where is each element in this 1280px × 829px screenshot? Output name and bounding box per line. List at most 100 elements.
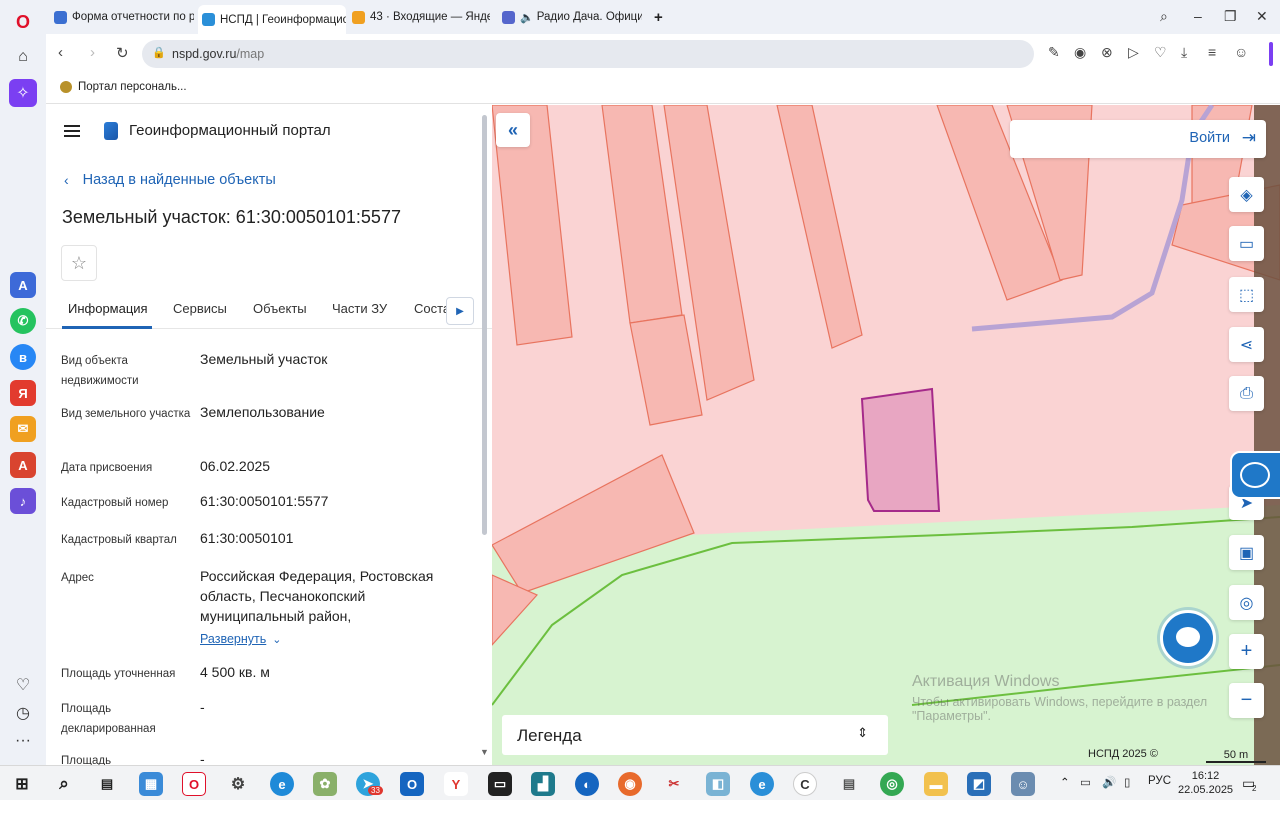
calculator-app-icon[interactable]: ▦ [139, 772, 163, 796]
expand-link[interactable]: Развернуть ⌄ [200, 630, 281, 648]
app-icon[interactable]: ◧ [706, 772, 730, 796]
back-to-results-link[interactable]: ‹ Назад в найденные объекты [64, 172, 276, 188]
yandex-icon[interactable]: Я [10, 380, 36, 406]
tray-chevron-icon[interactable]: ⌃ [1060, 775, 1070, 789]
app-icon[interactable]: ◐ [575, 772, 599, 796]
volume-icon[interactable]: 🔊 [1102, 775, 1116, 789]
collapse-panel-icon[interactable]: « [496, 113, 530, 147]
emblem-icon [60, 81, 72, 93]
aria-icon[interactable]: ✧ [9, 79, 37, 107]
selected-parcel[interactable] [860, 387, 941, 512]
share-icon[interactable]: ⋖ [1229, 327, 1264, 362]
more-icon[interactable]: ··· [9, 727, 37, 755]
geolocation-icon[interactable]: ◎ [1229, 585, 1264, 620]
forward-icon[interactable]: › [90, 44, 95, 61]
new-tab-button[interactable]: + [650, 5, 670, 29]
outlook-app-icon[interactable]: O [400, 772, 424, 796]
zoom-in-icon[interactable]: + [1229, 634, 1264, 669]
panel-scrollbar[interactable] [482, 115, 487, 535]
tab-services[interactable]: Сервисы [173, 301, 227, 316]
app-icon[interactable]: ✂ [662, 772, 686, 796]
search-tabs-icon[interactable]: ⌕ [1160, 8, 1168, 25]
heart-icon[interactable]: ♡ [1154, 44, 1167, 61]
field-value: 06.02.2025 [200, 458, 271, 474]
mail-icon[interactable]: ✉ [10, 416, 36, 442]
activation-watermark-title: Активация Windows [912, 673, 1060, 690]
settings-gear-icon[interactable]: ⚙ [226, 772, 250, 796]
history-icon[interactable]: ◷ [9, 699, 37, 727]
sidebar-toggle-icon[interactable] [1269, 42, 1273, 66]
field-label: Площадь уточненная [61, 668, 176, 680]
tab-parts[interactable]: Части ЗУ [332, 301, 387, 316]
chrome-app-icon[interactable]: ◎ [880, 772, 904, 796]
map-view[interactable]: « Войти ⇥ ◈ ▭ ⬚ ⋖ ⎙ ➤ ▣ ◎ + − Активация … [492, 105, 1280, 765]
adblock-icon[interactable]: ⊗ [1101, 44, 1113, 61]
restore-icon[interactable]: ❐ [1224, 8, 1237, 25]
ruler-icon[interactable]: ▭ [1229, 226, 1264, 261]
app-icon[interactable]: ✿ [313, 772, 337, 796]
minimap-icon[interactable]: ▣ [1229, 535, 1264, 570]
gosuslugi-widget-icon[interactable] [1230, 451, 1280, 499]
address-bar[interactable]: 🔒 nspd.gov.ru/map [142, 40, 1034, 68]
select-area-icon[interactable]: ⬚ [1229, 277, 1264, 312]
tab-objects[interactable]: Объекты [253, 301, 307, 316]
tab-radio[interactable]: 🔈 Радио Дача. Официа [498, 5, 642, 29]
reload-icon[interactable]: ↻ [116, 44, 129, 62]
network-icon[interactable]: ▭ [1080, 775, 1091, 789]
layers-icon[interactable]: ◈ [1229, 177, 1264, 212]
language-indicator[interactable]: РУС [1148, 775, 1171, 787]
tab-info[interactable]: Информация [68, 301, 148, 316]
scroll-down-icon[interactable]: ▼ [480, 747, 489, 757]
app-icon[interactable]: A [10, 272, 36, 298]
camera-icon[interactable]: ◉ [1074, 44, 1086, 61]
tab-report-form[interactable]: Форма отчетности по ре [50, 5, 194, 29]
favorite-star-icon[interactable]: ☆ [61, 245, 97, 281]
heart-icon[interactable]: ♡ [9, 671, 37, 699]
terminal-app-icon[interactable]: ▭ [488, 772, 512, 796]
scale-bar: 50 m [1206, 749, 1266, 763]
profile-icon[interactable]: ☺ [1234, 44, 1248, 60]
hamburger-menu-icon[interactable] [64, 125, 80, 137]
app-icon[interactable]: C [793, 772, 817, 796]
back-icon[interactable]: ‹ [58, 44, 63, 61]
app-icon[interactable]: ◩ [967, 772, 991, 796]
whatsapp-icon[interactable]: ✆ [10, 308, 36, 334]
file-explorer-icon[interactable]: ▬ [924, 772, 948, 796]
edge-app-icon[interactable]: e [270, 772, 294, 796]
print-icon[interactable]: ⎙ [1229, 376, 1264, 411]
ie-app-icon[interactable]: e [750, 772, 774, 796]
battery-icon[interactable]: ▯ [1124, 775, 1130, 789]
yandex-browser-icon[interactable]: Y [444, 772, 468, 796]
edit-icon[interactable]: ✎ [1048, 44, 1060, 61]
task-view-icon[interactable]: ▤ [95, 772, 119, 796]
system-clock[interactable]: 16:12 22.05.2025 [1178, 769, 1233, 797]
field-label: Площадь [61, 755, 112, 765]
tabs-next-icon[interactable]: ▶ [446, 297, 474, 325]
search-icon[interactable]: ⌕ [52, 772, 76, 796]
start-icon[interactable]: ⊞ [10, 772, 34, 796]
close-icon[interactable]: ✕ [1256, 8, 1268, 25]
bookmark-item[interactable]: Портал персональ... [60, 81, 187, 93]
tab-composition[interactable]: Соста [414, 301, 450, 316]
opera-app-icon[interactable]: O [182, 772, 206, 796]
app-icon[interactable]: ☺ [1011, 772, 1035, 796]
legend-panel[interactable]: Легенда ⇕ [502, 715, 888, 755]
firefox-app-icon[interactable]: ◉ [618, 772, 642, 796]
lock-icon: 🔒 [152, 47, 166, 59]
opera-logo-icon[interactable]: O [9, 8, 37, 36]
menu-icon[interactable]: ≡ [1208, 44, 1216, 60]
vk-icon[interactable]: в [10, 344, 36, 370]
music-icon[interactable]: ♪ [10, 488, 36, 514]
home-icon[interactable]: ⌂ [9, 43, 37, 71]
chat-icon[interactable] [1160, 610, 1216, 666]
play-icon[interactable]: ▷ [1128, 44, 1139, 61]
minimize-icon[interactable]: – [1194, 8, 1202, 24]
tab-nspd[interactable]: НСПД | Геоинформацион [198, 5, 346, 34]
translate-icon[interactable]: A [10, 452, 36, 478]
app-icon[interactable]: ▤ [837, 772, 861, 796]
tab-yandex-mail[interactable]: 43 · Входящие — Яндекс [348, 5, 490, 29]
login-button[interactable]: Войти ⇥ [1010, 120, 1266, 158]
download-icon[interactable]: ⤓ [1181, 44, 1187, 61]
app-icon[interactable]: ▟ [531, 772, 555, 796]
speaker-icon[interactable]: 🔈 [520, 11, 534, 24]
